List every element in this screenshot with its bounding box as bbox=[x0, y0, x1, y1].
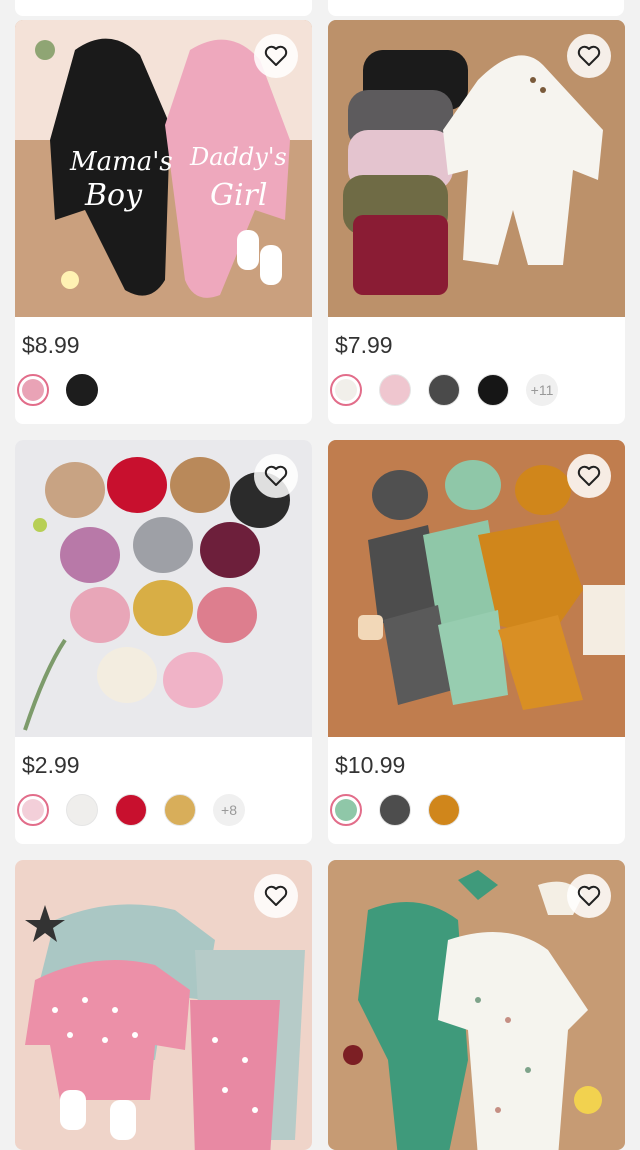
product-image[interactable] bbox=[15, 860, 312, 1150]
color-swatches: +11 bbox=[330, 374, 625, 406]
product-price: $8.99 bbox=[22, 332, 80, 358]
favorite-button[interactable] bbox=[254, 874, 298, 918]
color-swatch[interactable] bbox=[477, 374, 509, 406]
favorite-button[interactable] bbox=[567, 34, 611, 78]
favorite-button[interactable] bbox=[254, 454, 298, 498]
product-image[interactable] bbox=[328, 860, 625, 1150]
svg-text:Daddy's: Daddy's bbox=[189, 143, 287, 171]
product-card[interactable]: $10.99 bbox=[328, 440, 625, 844]
color-swatch[interactable] bbox=[66, 374, 98, 406]
product-price: $7.99 bbox=[335, 332, 393, 358]
favorite-button[interactable] bbox=[567, 454, 611, 498]
previous-card-bottom bbox=[15, 0, 312, 16]
color-swatch[interactable] bbox=[17, 794, 49, 826]
color-swatch[interactable] bbox=[379, 374, 411, 406]
favorite-button[interactable] bbox=[254, 34, 298, 78]
heart-icon bbox=[264, 45, 288, 67]
product-grid: Mama's Boy Daddy's Girl $8.99 $7.99 +11 … bbox=[15, 20, 625, 1150]
svg-text:Girl: Girl bbox=[210, 178, 268, 213]
color-swatch[interactable] bbox=[115, 794, 147, 826]
previous-row-card-bottoms bbox=[15, 0, 624, 16]
product-card[interactable]: $2.99 +8 bbox=[15, 440, 312, 844]
product-card[interactable] bbox=[15, 860, 312, 1150]
heart-icon bbox=[264, 885, 288, 907]
color-swatch[interactable] bbox=[379, 794, 411, 826]
product-image[interactable]: Mama's Boy Daddy's Girl bbox=[15, 20, 312, 317]
color-swatch[interactable] bbox=[17, 374, 49, 406]
product-image[interactable] bbox=[328, 440, 625, 737]
color-swatch[interactable] bbox=[66, 794, 98, 826]
color-swatch[interactable] bbox=[330, 374, 362, 406]
heart-icon bbox=[577, 885, 601, 907]
heart-icon bbox=[264, 465, 288, 487]
product-price: $10.99 bbox=[335, 752, 406, 778]
svg-text:Mama's: Mama's bbox=[69, 147, 173, 177]
color-swatch[interactable] bbox=[428, 794, 460, 826]
heart-icon bbox=[577, 45, 601, 67]
svg-text:Boy: Boy bbox=[84, 178, 143, 213]
previous-card-bottom bbox=[327, 0, 624, 16]
product-card[interactable] bbox=[328, 860, 625, 1150]
color-swatches bbox=[330, 794, 625, 826]
color-swatch[interactable] bbox=[428, 374, 460, 406]
more-colors-badge[interactable]: +11 bbox=[526, 374, 558, 406]
heart-icon bbox=[577, 465, 601, 487]
product-image[interactable] bbox=[328, 20, 625, 317]
color-swatches: +8 bbox=[17, 794, 312, 826]
product-image[interactable] bbox=[15, 440, 312, 737]
color-swatch[interactable] bbox=[330, 794, 362, 826]
color-swatches bbox=[17, 374, 312, 406]
product-price: $2.99 bbox=[22, 752, 80, 778]
more-colors-badge[interactable]: +8 bbox=[213, 794, 245, 826]
favorite-button[interactable] bbox=[567, 874, 611, 918]
color-swatch[interactable] bbox=[164, 794, 196, 826]
product-card[interactable]: Mama's Boy Daddy's Girl $8.99 bbox=[15, 20, 312, 424]
product-card[interactable]: $7.99 +11 bbox=[328, 20, 625, 424]
